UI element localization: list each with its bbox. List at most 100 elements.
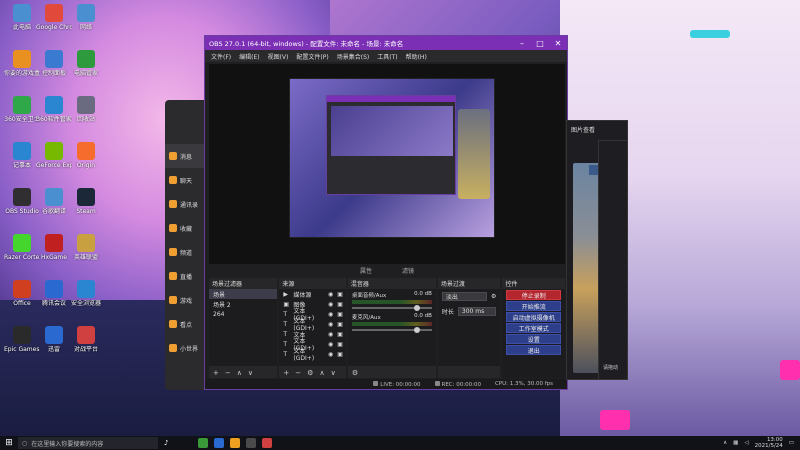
- visibility-eye-icon[interactable]: ◉: [328, 331, 333, 338]
- chat-nav-item[interactable]: 小世界: [165, 336, 207, 360]
- desktop-icon[interactable]: 你要的游戏盒: [4, 50, 40, 77]
- taskbar-app-icon[interactable]: [198, 438, 209, 448]
- desktop-icon[interactable]: Razer Cortex: [4, 234, 40, 261]
- desktop-icon[interactable]: 迅雷: [36, 326, 72, 353]
- desktop-icon[interactable]: 360安全卫士: [4, 96, 40, 123]
- lock-icon[interactable]: ▣: [337, 321, 343, 328]
- taskbar-search[interactable]: ○ 在这里输入你要搜索的内容: [18, 437, 158, 449]
- chat-nav-item[interactable]: 看点: [165, 312, 207, 336]
- chevron-up-icon[interactable]: ∧: [723, 440, 727, 446]
- visibility-eye-icon[interactable]: ◉: [328, 321, 333, 328]
- menu-item[interactable]: 编辑(E): [239, 52, 259, 61]
- source-item[interactable]: T 文本 (GDI+) ◉ ▣: [279, 318, 345, 332]
- control-button[interactable]: 退出: [506, 345, 561, 355]
- control-button[interactable]: 启动虚拟摄像机: [506, 312, 561, 322]
- visibility-eye-icon[interactable]: ◉: [328, 341, 333, 348]
- desktop-icon[interactable]: 控制面板: [36, 50, 72, 77]
- volume-slider[interactable]: [351, 327, 432, 333]
- duration-input[interactable]: 300 ms: [457, 307, 497, 316]
- desktop-icon[interactable]: 网络: [68, 4, 104, 31]
- desktop-icon[interactable]: 腾讯会议: [36, 280, 72, 307]
- desktop-icon[interactable]: 回收站: [68, 96, 104, 123]
- menu-item[interactable]: 帮助(H): [406, 52, 427, 61]
- visibility-eye-icon[interactable]: ◉: [328, 301, 333, 308]
- lock-icon[interactable]: ▣: [337, 291, 343, 298]
- desktop-icon[interactable]: 电脑管家: [68, 50, 104, 77]
- desktop-icon[interactable]: 安全浏览器: [68, 280, 104, 307]
- desktop-icon[interactable]: Google Chrome: [36, 4, 72, 31]
- gear-icon[interactable]: ⚙: [491, 293, 496, 300]
- lock-icon[interactable]: ▣: [337, 301, 343, 308]
- gear-icon[interactable]: ⚙: [307, 369, 313, 377]
- visibility-eye-icon[interactable]: ◉: [328, 291, 333, 298]
- control-button[interactable]: 设置: [506, 334, 561, 344]
- maximize-icon[interactable]: □: [531, 39, 549, 48]
- taskbar-app-icon[interactable]: [214, 438, 225, 448]
- control-button[interactable]: 工作室模式: [506, 323, 561, 333]
- notification-icon[interactable]: ▭: [789, 440, 794, 446]
- lock-icon[interactable]: ▣: [337, 311, 343, 318]
- menu-item[interactable]: 配置文件(P): [296, 52, 328, 61]
- volume-icon[interactable]: ◁: [744, 440, 748, 446]
- desktop-icon[interactable]: 360软件管家: [36, 96, 72, 123]
- menu-item[interactable]: 文件(F): [211, 52, 231, 61]
- control-button[interactable]: 开始推流: [506, 301, 561, 311]
- taskbar-app-icon[interactable]: [230, 438, 241, 448]
- remove-icon[interactable]: −: [225, 369, 231, 377]
- desktop-icon[interactable]: OBS Studio: [4, 188, 40, 215]
- gear-icon[interactable]: ⚙: [352, 369, 358, 377]
- remove-icon[interactable]: −: [295, 369, 301, 377]
- desktop-icon[interactable]: 此电脑: [4, 4, 40, 31]
- down-icon[interactable]: ∨: [331, 369, 336, 377]
- chat-nav-item[interactable]: 频道: [165, 240, 207, 264]
- add-icon[interactable]: +: [283, 369, 289, 377]
- desktop-icon[interactable]: Steam: [68, 188, 104, 215]
- desktop-icon[interactable]: Epic Games Launcher: [4, 326, 40, 353]
- volume-slider-knob[interactable]: [413, 327, 420, 333]
- volume-slider[interactable]: [351, 305, 432, 311]
- desktop-icon[interactable]: 对战平台: [68, 326, 104, 353]
- filters-button[interactable]: 滤镜: [402, 266, 414, 276]
- visibility-eye-icon[interactable]: ◉: [328, 311, 333, 318]
- add-icon[interactable]: +: [213, 369, 219, 377]
- volume-slider-knob[interactable]: [413, 305, 420, 311]
- microphone-icon[interactable]: ♪: [164, 439, 168, 447]
- windows-start-icon[interactable]: ⊞: [0, 438, 18, 448]
- visibility-eye-icon[interactable]: ◉: [328, 351, 333, 358]
- desktop-icon[interactable]: 英雄联盟: [68, 234, 104, 261]
- minimize-icon[interactable]: –: [513, 39, 531, 48]
- source-item[interactable]: T 文本 (GDI+) ◉ ▣: [279, 348, 345, 362]
- chat-nav-item[interactable]: 聊天: [165, 168, 207, 192]
- taskbar-app-icon[interactable]: [262, 438, 273, 448]
- menu-item[interactable]: 工具(T): [377, 52, 397, 61]
- down-icon[interactable]: ∨: [248, 369, 253, 377]
- chat-nav-item[interactable]: 消息: [165, 144, 207, 168]
- transition-type-select[interactable]: 淡出: [441, 292, 488, 301]
- scene-item[interactable]: 264: [209, 309, 277, 319]
- taskbar-app-icon[interactable]: [246, 438, 257, 448]
- desktop-icon[interactable]: Office: [4, 280, 40, 307]
- clock[interactable]: 13:00 2021/5/24: [755, 437, 783, 449]
- source-item[interactable]: ▶ 媒体源 ◉ ▣: [279, 289, 345, 299]
- obs-window[interactable]: OBS 27.0.1 (64-bit, windows) - 配置文件: 未命名…: [204, 35, 568, 390]
- chat-nav-item[interactable]: 通讯录: [165, 192, 207, 216]
- chat-nav-item[interactable]: 游戏: [165, 288, 207, 312]
- menu-item[interactable]: 场景集合(S): [337, 52, 370, 61]
- chat-app-window[interactable]: 消息 聊天 通讯录 收藏 频道 直播 游戏 看点 小世界: [165, 100, 207, 390]
- desktop-icon[interactable]: 记事本: [4, 142, 40, 169]
- close-icon[interactable]: ✕: [549, 39, 567, 48]
- desktop-icon[interactable]: 谷歌翻译: [36, 188, 72, 215]
- obs-preview[interactable]: [209, 64, 565, 264]
- scene-item[interactable]: 场景: [209, 289, 278, 299]
- desktop-icon[interactable]: GeForce Experience: [36, 142, 72, 169]
- menu-item[interactable]: 视图(V): [268, 52, 289, 61]
- obs-title-bar[interactable]: OBS 27.0.1 (64-bit, windows) - 配置文件: 未命名…: [205, 36, 567, 50]
- up-icon[interactable]: ∧: [319, 369, 324, 377]
- lock-icon[interactable]: ▣: [337, 341, 343, 348]
- side-panel[interactable]: 请拖动: [598, 140, 628, 380]
- properties-button[interactable]: 属性: [360, 266, 372, 276]
- chat-nav-item[interactable]: 直播: [165, 264, 207, 288]
- control-button[interactable]: 停止录制: [506, 290, 561, 300]
- up-icon[interactable]: ∧: [237, 369, 242, 377]
- lock-icon[interactable]: ▣: [337, 351, 343, 358]
